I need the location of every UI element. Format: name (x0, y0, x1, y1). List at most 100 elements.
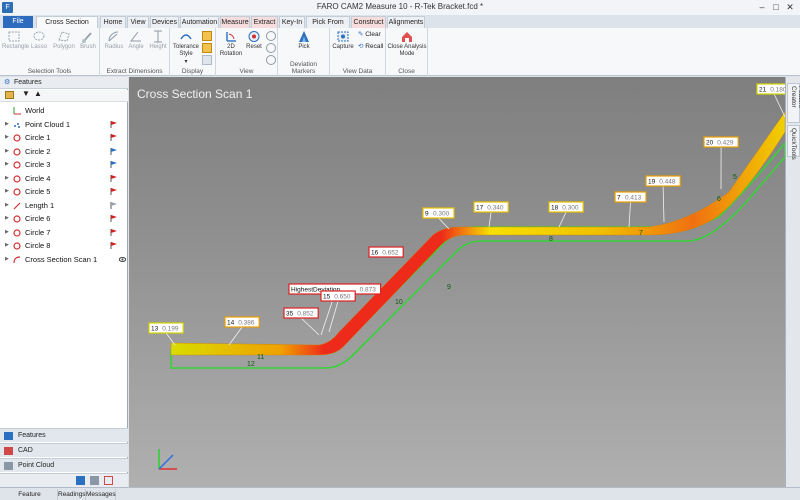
world-axes-icon (13, 107, 21, 115)
deviation-label[interactable]: 18 0.300 (548, 201, 584, 228)
minimize-icon[interactable]: – (756, 2, 768, 12)
brush-button[interactable]: Brush (76, 30, 100, 51)
view-zoom-icon[interactable] (266, 55, 276, 65)
expand-arrow-icon[interactable]: ▶ (5, 253, 9, 267)
height-button[interactable]: Height (146, 30, 170, 51)
maximize-icon[interactable]: □ (770, 2, 782, 12)
deviation-label[interactable]: 13 0.199 (148, 322, 184, 346)
tab-file[interactable]: File (3, 16, 33, 28)
display-lock-icon[interactable] (202, 55, 212, 65)
tab-pick-from-cad[interactable]: Pick From CAD (306, 16, 350, 38)
tree-item-circle-1[interactable]: ▶ Circle 1 (0, 131, 128, 145)
pane-cad[interactable]: CAD (0, 443, 128, 457)
tab-devices[interactable]: Devices (150, 16, 179, 28)
tree-item-circle-3[interactable]: ▶ Circle 3 (0, 158, 128, 172)
display-color-icon[interactable] (202, 31, 212, 41)
tree-item-point-cloud-1[interactable]: ▶ Point Cloud 1 (0, 118, 128, 132)
pane-overflow-cad-icon[interactable] (104, 476, 113, 485)
tab-feature-creator[interactable]: Feature Creator (787, 83, 800, 123)
tree-item-circle-4[interactable]: ▶ Circle 4 (0, 172, 128, 186)
tab-measure[interactable]: Measure (220, 16, 250, 28)
label-value: 0.386 (238, 320, 255, 327)
tree-item-circle-5[interactable]: ▶ Circle 5 (0, 185, 128, 199)
label-id: 7 (617, 195, 621, 202)
rectangle-button[interactable]: Rectangle (2, 30, 29, 51)
reset-button[interactable]: Reset (244, 30, 264, 51)
capture-button[interactable]: Capture (331, 30, 355, 51)
red-flag-icon (110, 120, 117, 128)
tab-construct[interactable]: Construct (351, 16, 386, 28)
red-flag-icon (110, 228, 117, 236)
tree-item-label: Circle 4 (25, 173, 51, 183)
tree-item-cross-section-scan-1[interactable]: ▶ Cross Section Scan 1 (0, 253, 128, 267)
2d-rotation-button[interactable]: 2D Rotation (218, 30, 244, 58)
tab-readings[interactable]: Readings (58, 489, 86, 500)
deviation-label[interactable]: 17 0.340 (473, 201, 509, 228)
tab-automation[interactable]: Automation (180, 16, 219, 28)
deviation-label[interactable]: 7 0.413 (614, 191, 647, 228)
pane-features[interactable]: Features (0, 428, 128, 442)
tab-view[interactable]: View (127, 16, 149, 28)
sort-up-icon[interactable]: ▲ (34, 89, 42, 98)
expand-arrow-icon[interactable]: ▶ (5, 145, 9, 159)
display-marker-icon[interactable] (202, 43, 212, 53)
polygon-button[interactable]: Polygon (52, 30, 76, 51)
tree-item-circle-6[interactable]: ▶ Circle 6 (0, 212, 128, 226)
deviation-label[interactable]: 19 0.448 (645, 175, 681, 223)
tree-item-world[interactable]: World (0, 104, 128, 118)
view-pan-icon[interactable] (266, 43, 276, 53)
expand-arrow-icon[interactable]: ▶ (5, 172, 9, 186)
tab-cross-section-analysis[interactable]: Cross Section Analysis (36, 16, 98, 38)
expand-arrow-icon[interactable]: ▶ (5, 199, 9, 213)
pane-overflow-features-icon[interactable] (76, 476, 85, 485)
tree-item-circle-8[interactable]: ▶ Circle 8 (0, 239, 128, 253)
nominal-outline (170, 141, 785, 369)
sort-down-icon[interactable]: ▼ (22, 89, 30, 98)
folder-icon[interactable] (5, 91, 14, 99)
features-panel: ⚙ Features ▼ ▲ World ▶ Point Cloud 1 ▶ C… (0, 77, 128, 487)
radius-label: Radius (104, 44, 124, 50)
pane-point-cloud[interactable]: Point Cloud (0, 458, 128, 472)
expand-arrow-icon[interactable]: ▶ (5, 212, 9, 226)
expand-arrow-icon[interactable]: ▶ (5, 185, 9, 199)
tab-feature-information[interactable]: Feature Information (2, 489, 58, 500)
label-value: 0.429 (717, 140, 734, 147)
deviation-label[interactable]: 16 0.652 (368, 246, 404, 258)
expand-arrow-icon[interactable]: ▶ (5, 239, 9, 253)
pane-overflow-cloud-icon[interactable] (90, 476, 99, 485)
expand-arrow-icon[interactable]: ▶ (5, 158, 9, 172)
view-orbit-icon[interactable] (266, 31, 276, 41)
expand-arrow-icon[interactable]: ▶ (5, 118, 9, 132)
expand-arrow-icon[interactable]: ▶ (5, 226, 9, 240)
clear-button[interactable]: ✎ Clear (358, 30, 381, 38)
close-analysis-mode-button[interactable]: Close Analysis Mode (387, 30, 427, 58)
tab-extract[interactable]: Extract (251, 16, 278, 28)
tab-messages[interactable]: Messages (86, 489, 116, 500)
3d-viewport[interactable]: Cross Section Scan 1 12 11 10 9 8 7 6 5 13 0.199… (129, 77, 785, 487)
lasso-button[interactable]: Lasso (27, 30, 51, 51)
tab-quicktools[interactable]: QuickTools (787, 125, 800, 160)
tab-alignments[interactable]: Alignments (387, 16, 425, 28)
radius-button[interactable]: Radius (102, 30, 126, 51)
deviation-label[interactable]: 35 0.852 (283, 307, 320, 336)
selection-tools-label: Selection Tools (27, 68, 72, 75)
label-id: 16 (371, 250, 379, 257)
eye-icon[interactable] (119, 256, 126, 263)
deviation-label[interactable]: 14 0.386 (224, 316, 260, 346)
tab-key-in[interactable]: Key-In (279, 16, 305, 28)
clear-icon: ✎ (358, 31, 364, 38)
label-value: 0.300 (433, 211, 450, 218)
close-icon[interactable]: ✕ (784, 2, 796, 12)
deviation-label[interactable]: 21 0.180 (756, 83, 785, 118)
recall-button[interactable]: ⟲ Recall (358, 42, 383, 50)
pick-button[interactable]: Pick (292, 30, 316, 51)
tab-home[interactable]: Home (100, 16, 126, 28)
deviation-label[interactable]: 20 0.429 (703, 136, 739, 190)
angle-button[interactable]: Angle (124, 30, 148, 51)
expand-arrow-icon[interactable]: ▶ (5, 131, 9, 145)
tree-item-circle-7[interactable]: ▶ Circle 7 (0, 226, 128, 240)
deviation-label[interactable]: 9 0.300 (422, 207, 455, 230)
tree-item-length-1[interactable]: ▶ Length 1 (0, 199, 128, 213)
tolerance-style-button[interactable]: Tolerance Style ▾ (172, 30, 200, 66)
tree-item-circle-2[interactable]: ▶ Circle 2 (0, 145, 128, 159)
